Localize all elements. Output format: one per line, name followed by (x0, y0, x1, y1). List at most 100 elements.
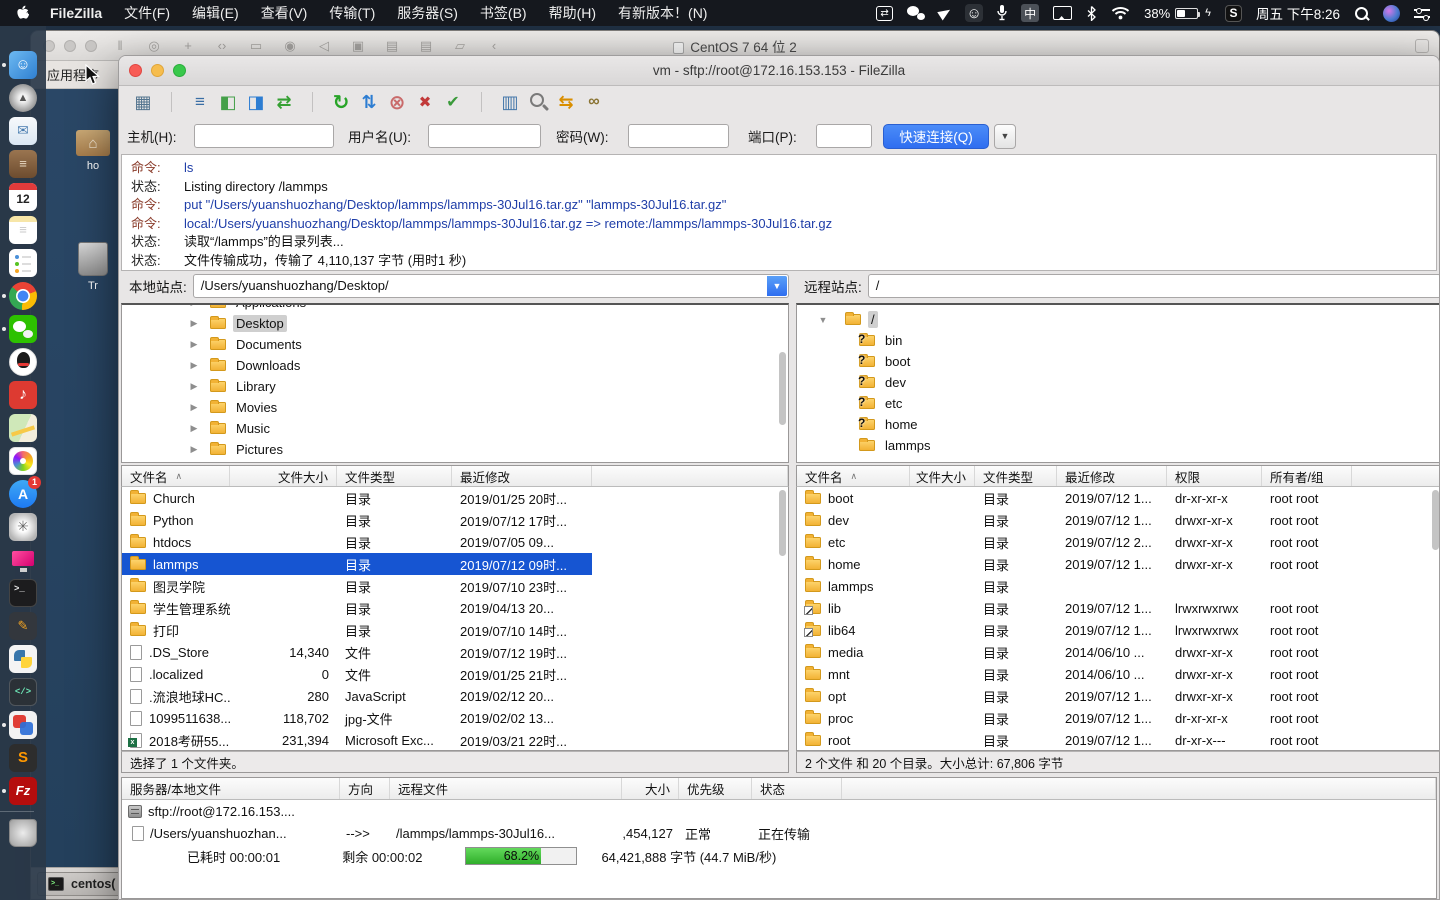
remote-file-row[interactable]: lib目录2019/07/12 1...lrwxrwxrwxroot root (797, 597, 1440, 619)
remote-site-path[interactable]: / (868, 274, 1440, 298)
menu-item-6[interactable]: 书签(B) (469, 3, 538, 23)
disconnect-button[interactable]: ✖ (411, 89, 439, 115)
local-file-row[interactable]: .localized0文件2019/01/25 21时... (122, 663, 788, 685)
column-header-3[interactable]: 最近修改 (1057, 466, 1167, 486)
dock-item-sublime-text[interactable]: S (0, 741, 46, 774)
emoji-input-icon[interactable]: ☺ (965, 4, 983, 22)
menu-item-2[interactable]: 编辑(E) (181, 3, 250, 23)
code-icon[interactable]: ‹› (213, 38, 231, 53)
queue-column-header-4[interactable]: 优先级 (679, 778, 752, 799)
local-tree-item-Downloads[interactable]: ▶Downloads (122, 355, 788, 376)
dock-item-mail[interactable]: ✉ (0, 114, 46, 147)
toggle-local-tree-button[interactable]: ◧ (214, 89, 242, 115)
apple-menu[interactable] (10, 5, 39, 21)
site-manager-button[interactable]: ▦ (129, 89, 157, 115)
remote-tree-root[interactable]: ▼/ (797, 309, 1440, 330)
remote-file-row[interactable]: etc目录2019/07/12 2...drwxr-xr-xroot root (797, 531, 1440, 553)
local-tree-item-Applications[interactable]: ▶Applications (122, 303, 788, 313)
dock-item-system-preferences[interactable]: ✳ (0, 510, 46, 543)
notification-center-icon[interactable] (1414, 8, 1430, 19)
process-queue-button[interactable]: ⇅ (355, 89, 383, 115)
remote-file-row[interactable]: root目录2019/07/12 1...dr-xr-x---root root (797, 729, 1440, 751)
local-file-row[interactable]: Python目录2019/07/12 17时... (122, 509, 788, 531)
queue-column-header-3[interactable]: 大小 (622, 778, 679, 799)
input-method-icon[interactable]: 中 (1021, 4, 1039, 22)
local-file-row[interactable]: htdocs目录2019/07/05 09... (122, 531, 788, 553)
local-tree-scrollbar[interactable] (779, 352, 786, 425)
vm-minimize-button[interactable] (64, 40, 76, 52)
dock-item-launchpad[interactable]: ▲ (0, 81, 46, 114)
local-site-dropdown-icon[interactable]: ▼ (767, 276, 787, 296)
column-header-2[interactable]: 文件类型 (337, 466, 452, 486)
toggle-remote-tree-button[interactable]: ◨ (242, 89, 270, 115)
dock-item-paint-tool[interactable]: ✎ (0, 609, 46, 642)
dock-item-app-store[interactable]: A1 (0, 477, 46, 510)
dock-item-contacts[interactable]: ≡ (0, 147, 46, 180)
cancel-button[interactable]: ⊗ (383, 89, 411, 115)
video-icon[interactable]: ▣ (349, 38, 367, 54)
telegram-icon[interactable] (937, 6, 953, 21)
remote-file-row[interactable]: lammps目录 (797, 575, 1440, 597)
username-input[interactable] (428, 124, 541, 148)
dock-item-netease-music[interactable]: ♪ (0, 378, 46, 411)
dock-item-trash[interactable] (0, 816, 46, 849)
spotlight-search-icon[interactable] (1354, 6, 1369, 21)
column-header-3[interactable]: 最近修改 (452, 466, 592, 486)
menubar-clock[interactable]: 周五 下午8:26 (1256, 4, 1340, 22)
quickconnect-button[interactable]: 快速连接(Q) (883, 124, 989, 149)
local-list-scrollbar[interactable] (779, 490, 786, 556)
local-site-path[interactable]: /Users/yuanshuozhang/Desktop/ ▼ (193, 274, 789, 298)
remote-list-scrollbar[interactable] (1432, 490, 1439, 550)
wifi-icon[interactable] (1111, 4, 1130, 22)
remote-file-row[interactable]: dev目录2019/07/12 1...drwxr-xr-xroot root (797, 509, 1440, 531)
centos-trash-icon[interactable]: Tr (61, 242, 125, 292)
column-header-1[interactable]: 文件大小 (910, 466, 975, 486)
dictation-mic-icon[interactable] (997, 4, 1007, 22)
centos-home-icon[interactable]: ho (61, 130, 125, 172)
remote-tree-item-lammps[interactable]: lammps (797, 435, 1440, 456)
dock-item-terminal[interactable]: >_ (0, 576, 46, 609)
menu-item-7[interactable]: 帮助(H) (538, 3, 607, 23)
find-files-button[interactable]: ∞ (580, 89, 608, 115)
disk-icon[interactable]: ▤ (383, 38, 401, 54)
expand-arrow-icon[interactable]: ▶ (188, 381, 200, 392)
queue-transfer-row[interactable]: /Users/yuanshuozhan... -->> /lammps/lamm… (122, 822, 1436, 844)
dock-item-code-editor[interactable]: </> (0, 675, 46, 708)
camera-icon[interactable]: ◉ (281, 38, 299, 54)
vm-fullscreen-icon[interactable] (1415, 39, 1429, 53)
menu-item-8[interactable]: 有新版本！(N) (607, 3, 718, 23)
vm-zoom-button[interactable] (85, 40, 97, 52)
remote-file-row[interactable]: home目录2019/07/12 1...drwxr-xr-xroot root (797, 553, 1440, 575)
local-file-row[interactable]: 2018考研55...231,394Microsoft Exc...2019/0… (122, 729, 788, 751)
bluetooth-icon[interactable] (1086, 4, 1097, 22)
queue-column-header-5[interactable]: 状态 (752, 778, 842, 799)
remote-tree-item-etc[interactable]: etc (797, 393, 1440, 414)
sync-browsing-button[interactable]: ⇆ (552, 89, 580, 115)
dock-item-filezilla[interactable]: Fz (0, 774, 46, 807)
remote-tree-item-dev[interactable]: dev (797, 372, 1440, 393)
dock-item-qq[interactable] (0, 345, 46, 378)
dock-item-reminders[interactable] (0, 246, 46, 279)
local-file-row[interactable]: 学生管理系统目录2019/04/13 20... (122, 597, 788, 619)
dock-item-wechat[interactable] (0, 312, 46, 345)
toggle-log-button[interactable]: ≡ (186, 89, 214, 115)
expand-arrow-icon[interactable]: ▶ (188, 318, 200, 329)
column-header-4[interactable]: 权限 (1167, 466, 1262, 486)
expand-arrow-icon[interactable]: ▶ (188, 303, 200, 308)
menu-item-4[interactable]: 传输(T) (318, 3, 386, 23)
dock-item-chrome[interactable] (0, 279, 46, 312)
queue-column-header-2[interactable]: 远程文件 (390, 778, 622, 799)
expand-arrow-icon[interactable]: ▶ (188, 402, 200, 413)
reconnect-button[interactable]: ✔ (439, 89, 467, 115)
remote-file-row[interactable]: media目录2014/06/10 ...drwxr-xr-xroot root (797, 641, 1440, 663)
local-tree-item-Desktop[interactable]: ▶Desktop (122, 313, 788, 334)
column-header-0[interactable]: 文件名∧ (122, 466, 230, 486)
folder-icon[interactable]: ▱ (451, 38, 469, 54)
local-file-row[interactable]: .DS_Store14,340文件2019/07/12 19时... (122, 641, 788, 663)
expand-arrow-icon[interactable]: ▶ (188, 360, 200, 371)
column-header-1[interactable]: 文件大小 (230, 466, 337, 486)
window-switch-icon[interactable]: ⇄ (876, 6, 893, 21)
local-file-row[interactable]: 1099511638...118,702jpg-文件2019/02/02 13.… (122, 707, 788, 729)
remote-file-row[interactable]: lib64目录2019/07/12 1...lrwxrwxrwxroot roo… (797, 619, 1440, 641)
toggle-queue-button[interactable]: ⇄ (270, 89, 298, 115)
